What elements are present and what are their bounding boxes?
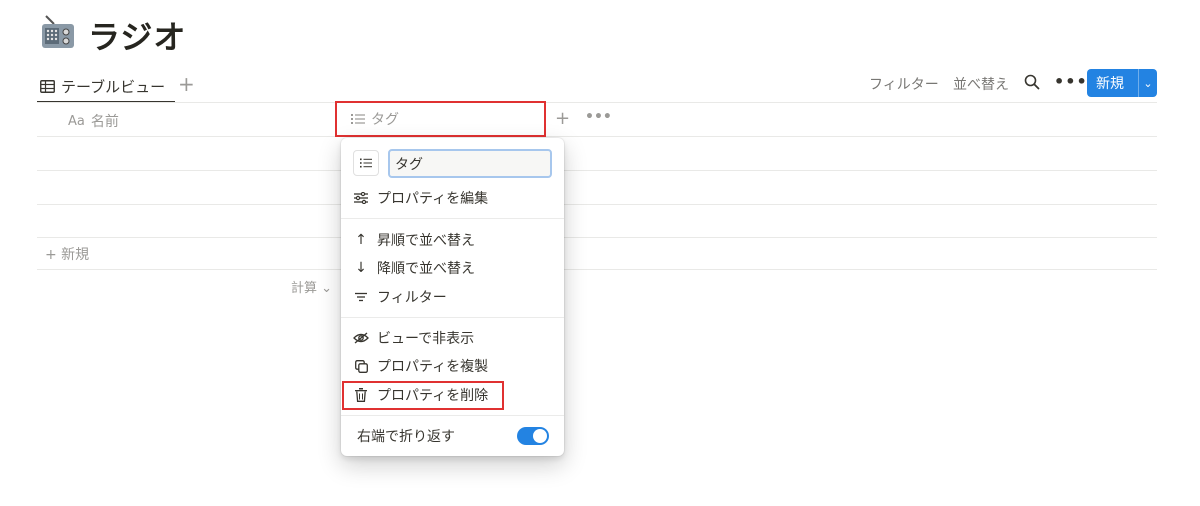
column-header-tags[interactable]: タグ <box>335 101 546 137</box>
menu-divider <box>341 218 564 219</box>
table-icon <box>40 79 55 93</box>
wrap-text-label: 右端で折り返す <box>357 429 455 445</box>
menu-item-label: 昇順で並べ替え <box>377 233 475 249</box>
text-type-icon: Aa <box>68 113 85 129</box>
table-top-border <box>37 102 1157 103</box>
column-more-icon[interactable]: ••• <box>585 109 612 125</box>
property-menu: プロパティを編集 ↑ 昇順で並べ替え ↓ 降順で並べ替え フィルター ビューで非… <box>341 138 564 456</box>
page-title: ラジオ <box>88 18 187 56</box>
menu-item-label: フィルター <box>377 290 447 306</box>
menu-item-edit-property[interactable]: プロパティを編集 <box>353 185 488 211</box>
add-view-button[interactable]: + <box>178 72 195 96</box>
wrap-text-row: 右端で折り返す <box>357 423 455 449</box>
eye-slash-icon <box>353 330 369 346</box>
property-name-input[interactable] <box>388 149 552 178</box>
menu-item-sort-descending[interactable]: ↓ 降順で並べ替え <box>353 255 475 281</box>
menu-item-label: ビューで非表示 <box>377 331 475 347</box>
row-divider <box>37 237 1157 238</box>
menu-divider <box>341 415 564 416</box>
chevron-down-icon[interactable]: ⌄ <box>1139 77 1157 90</box>
filter-icon <box>353 289 369 305</box>
table-header-border <box>37 136 1157 137</box>
arrow-down-icon: ↓ <box>355 260 367 276</box>
menu-item-sort-ascending[interactable]: ↑ 昇順で並べ替え <box>353 227 475 253</box>
row-divider <box>37 204 1157 205</box>
sort-button[interactable]: 並べ替え <box>953 74 1009 94</box>
arrow-up-icon: ↑ <box>355 232 367 248</box>
calculate-button[interactable]: 計算 ⌄ <box>291 277 332 296</box>
column-header-tags-label: タグ <box>371 112 399 128</box>
toggle-knob <box>533 429 547 443</box>
new-button[interactable]: 新規 ⌄ <box>1087 69 1157 97</box>
column-header-name[interactable]: Aa 名前 <box>68 111 119 131</box>
menu-item-duplicate-property[interactable]: プロパティを複製 <box>353 353 488 379</box>
menu-item-label: プロパティを複製 <box>377 359 489 375</box>
tab-table-view-label: テーブルビュー <box>61 77 166 96</box>
sliders-icon <box>353 190 369 206</box>
list-icon <box>351 114 365 124</box>
search-icon[interactable] <box>1024 74 1040 90</box>
delete-highlight-box <box>342 381 504 410</box>
row-divider <box>37 269 1157 270</box>
list-icon <box>360 158 372 168</box>
tab-table-view[interactable]: テーブルビュー <box>40 70 165 102</box>
menu-item-label: 降順で並べ替え <box>377 261 475 277</box>
row-divider <box>37 170 1157 171</box>
new-button-label: 新規 <box>1096 76 1124 92</box>
add-row-button[interactable]: + 新規 <box>45 244 89 264</box>
column-header-name-label: 名前 <box>90 114 119 130</box>
menu-item-hide-in-view[interactable]: ビューで非表示 <box>353 325 474 351</box>
more-options-icon[interactable]: ••• <box>1054 72 1088 91</box>
radio-icon <box>42 15 74 48</box>
menu-item-filter[interactable]: フィルター <box>353 284 447 310</box>
duplicate-icon <box>353 358 369 374</box>
menu-divider <box>341 317 564 318</box>
property-type-button[interactable] <box>353 150 379 176</box>
add-column-button[interactable]: + <box>555 108 570 129</box>
menu-item-label: プロパティを編集 <box>377 191 489 207</box>
wrap-text-toggle[interactable] <box>517 427 549 445</box>
filter-button[interactable]: フィルター <box>869 74 939 94</box>
